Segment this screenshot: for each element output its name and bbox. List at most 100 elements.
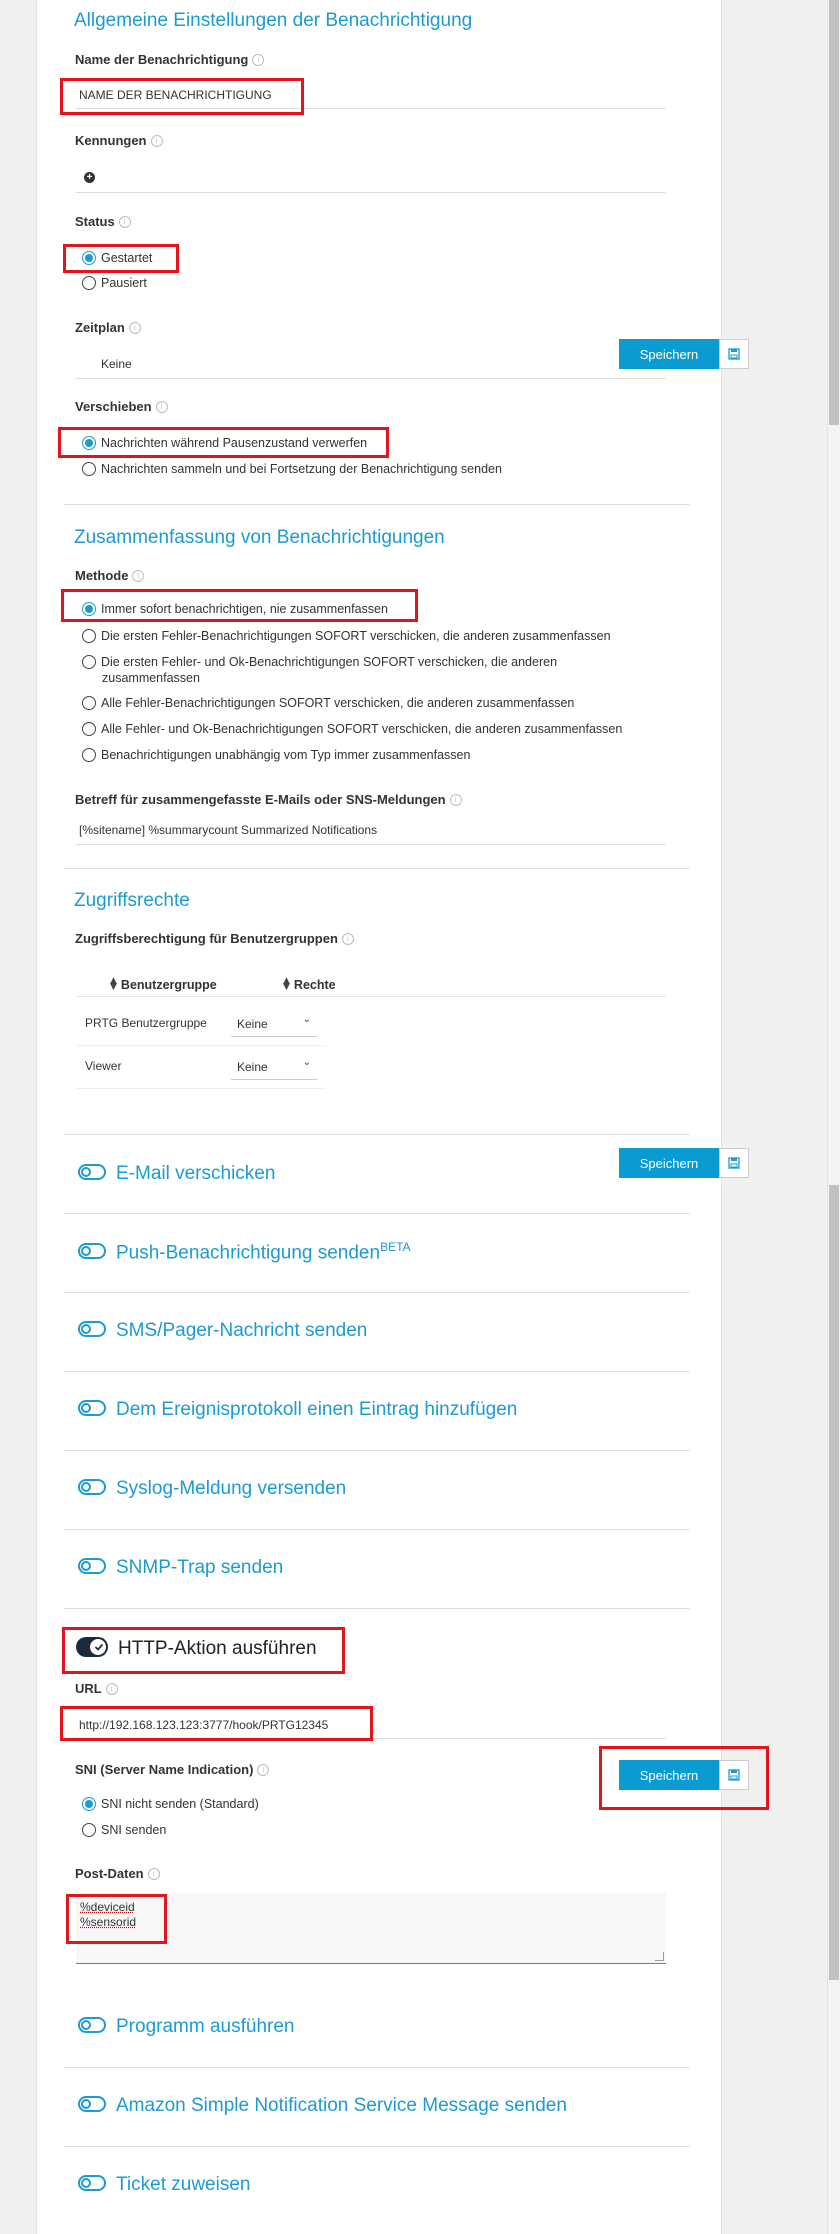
divider [64, 1213, 690, 1214]
info-icon: i [252, 54, 265, 66]
divider [64, 1292, 690, 1293]
toggle-off-icon[interactable] [78, 1479, 106, 1495]
toggle-off-icon[interactable] [78, 1400, 106, 1416]
info-icon: i [155, 401, 168, 413]
radio-icon [82, 655, 96, 669]
resize-handle[interactable] [655, 1952, 664, 1961]
scrollbar-thumb-lower[interactable] [829, 1185, 839, 1980]
divider [64, 1134, 690, 1135]
sni-not-send-radio[interactable]: SNI nicht senden (Standard) [82, 1797, 259, 1811]
access-title: Zugriffsrechte [74, 890, 190, 911]
toggle-amazon-sns[interactable]: Amazon Simple Notification Service Messa… [78, 2095, 567, 2117]
divider [64, 868, 690, 869]
info-icon: i [105, 1683, 118, 1695]
info-icon: i [150, 135, 163, 147]
divider [64, 1450, 690, 1451]
table-row: PRTG Benutzergruppe Keine ⌄ [76, 1002, 326, 1046]
radio-icon [82, 629, 96, 643]
toggle-push[interactable]: Push-Benachrichtigung sendenBETA [78, 1240, 411, 1264]
table-cell-group: PRTG Benutzergruppe [85, 1016, 207, 1030]
column-header-group[interactable]: ▲ ▼ Benutzergruppe [110, 977, 217, 993]
summary-title: Zusammenfassung von Benachrichtigungen [74, 527, 445, 548]
info-icon: i [128, 322, 141, 334]
toggle-syslog[interactable]: Syslog-Meldung versenden [78, 1478, 346, 1500]
divider [64, 1529, 690, 1530]
method-option-3[interactable]: Die ersten Fehler- und Ok-Benachrichtigu… [82, 655, 557, 669]
radio-icon [82, 1823, 96, 1837]
radio-selected-icon [82, 1797, 96, 1811]
info-icon: i [147, 1868, 160, 1880]
schedule-select[interactable]: Keine [76, 348, 666, 379]
rights-select[interactable]: Keine ⌄ [231, 1010, 317, 1037]
info-icon: i [341, 933, 354, 945]
column-header-rights[interactable]: ▲ ▼ Rechte [283, 976, 336, 993]
scrollbar-thumb[interactable] [829, 0, 839, 425]
toggle-off-icon[interactable] [78, 1243, 106, 1260]
divider [64, 1608, 690, 1609]
highlight-url [60, 1706, 373, 1741]
save-disk-icon[interactable] [719, 339, 749, 369]
sni-send-radio[interactable]: SNI senden [82, 1823, 166, 1837]
radio-icon [82, 722, 96, 736]
radio-icon [82, 462, 96, 476]
method-option-2[interactable]: Die ersten Fehler-Benachrichtigungen SOF… [82, 629, 611, 643]
info-icon: i [257, 1764, 270, 1776]
table-cell-group: Viewer [85, 1059, 122, 1073]
toggle-snmp[interactable]: SNMP-Trap senden [78, 1557, 283, 1579]
toggle-off-icon[interactable] [78, 2175, 106, 2191]
tags-input[interactable] [76, 162, 666, 193]
status-paused-radio[interactable]: Pausiert [82, 276, 147, 290]
add-tag-icon[interactable]: + [84, 172, 95, 183]
method-option-3-continued: zusammenfassen [102, 671, 200, 685]
chevron-down-icon: ⌄ [302, 1014, 311, 1025]
subject-input[interactable]: [%sitename] %summarycount Summarized Not… [76, 816, 666, 845]
save-button[interactable]: Speichern [619, 339, 719, 369]
toggle-off-icon[interactable] [78, 2017, 106, 2033]
highlight-http-toggle [62, 1627, 345, 1674]
post-data-label: Post-Daten i [75, 1866, 160, 1881]
table-header-line [76, 996, 666, 997]
sort-icon: ▲ ▼ [283, 976, 290, 992]
method-label: Methode i [75, 568, 145, 583]
toggle-ticket[interactable]: Ticket zuweisen [78, 2174, 250, 2196]
radio-icon [82, 696, 96, 710]
access-label: Zugriffsberechtigung für Benutzergruppen… [75, 931, 354, 946]
save-disk-icon[interactable] [719, 1148, 749, 1178]
toggle-email[interactable]: E-Mail verschicken [78, 1163, 275, 1185]
divider [64, 1371, 690, 1372]
toggle-off-icon[interactable] [78, 1164, 106, 1180]
method-option-6[interactable]: Benachrichtigungen unabhängig vom Typ im… [82, 748, 470, 762]
toggle-program[interactable]: Programm ausführen [78, 2016, 294, 2038]
name-label: Name der Benachrichtigung i [75, 52, 265, 67]
rights-select[interactable]: Keine ⌄ [231, 1053, 317, 1080]
info-icon: i [449, 794, 462, 806]
method-option-5[interactable]: Alle Fehler- und Ok-Benachrichtigungen S… [82, 722, 622, 736]
sni-label: SNI (Server Name Indication) i [75, 1762, 270, 1777]
highlight-save [599, 1746, 769, 1810]
schedule-label: Zeitplan i [75, 320, 141, 335]
postpone-collect-radio[interactable]: Nachrichten sammeln und bei Fortsetzung … [82, 462, 502, 476]
toggle-off-icon[interactable] [78, 1321, 106, 1337]
info-icon: i [118, 216, 131, 228]
subject-label: Betreff für zusammengefasste E-Mails ode… [75, 792, 462, 807]
divider [64, 2146, 690, 2147]
info-icon: i [132, 570, 145, 582]
method-option-4[interactable]: Alle Fehler-Benachrichtigungen SOFORT ve… [82, 696, 574, 710]
highlight-method [61, 589, 418, 622]
save-button[interactable]: Speichern [619, 1148, 719, 1178]
postpone-label: Verschieben i [75, 399, 168, 414]
toggle-sms[interactable]: SMS/Pager-Nachricht senden [78, 1320, 367, 1342]
radio-icon [82, 748, 96, 762]
divider [64, 504, 690, 505]
toggle-off-icon[interactable] [78, 1558, 106, 1574]
status-label: Status i [75, 214, 131, 229]
general-settings-title: Allgemeine Einstellungen der Benachricht… [74, 10, 473, 31]
radio-icon [82, 276, 96, 290]
highlight-post-data [66, 1894, 167, 1944]
chevron-down-icon: ⌄ [302, 1057, 311, 1068]
highlight-name [60, 78, 304, 115]
toggle-eventlog[interactable]: Dem Ereignisprotokoll einen Eintrag hinz… [78, 1399, 517, 1421]
url-label: URL i [75, 1681, 118, 1696]
toggle-off-icon[interactable] [78, 2096, 106, 2112]
beta-badge: BETA [380, 1240, 411, 1254]
